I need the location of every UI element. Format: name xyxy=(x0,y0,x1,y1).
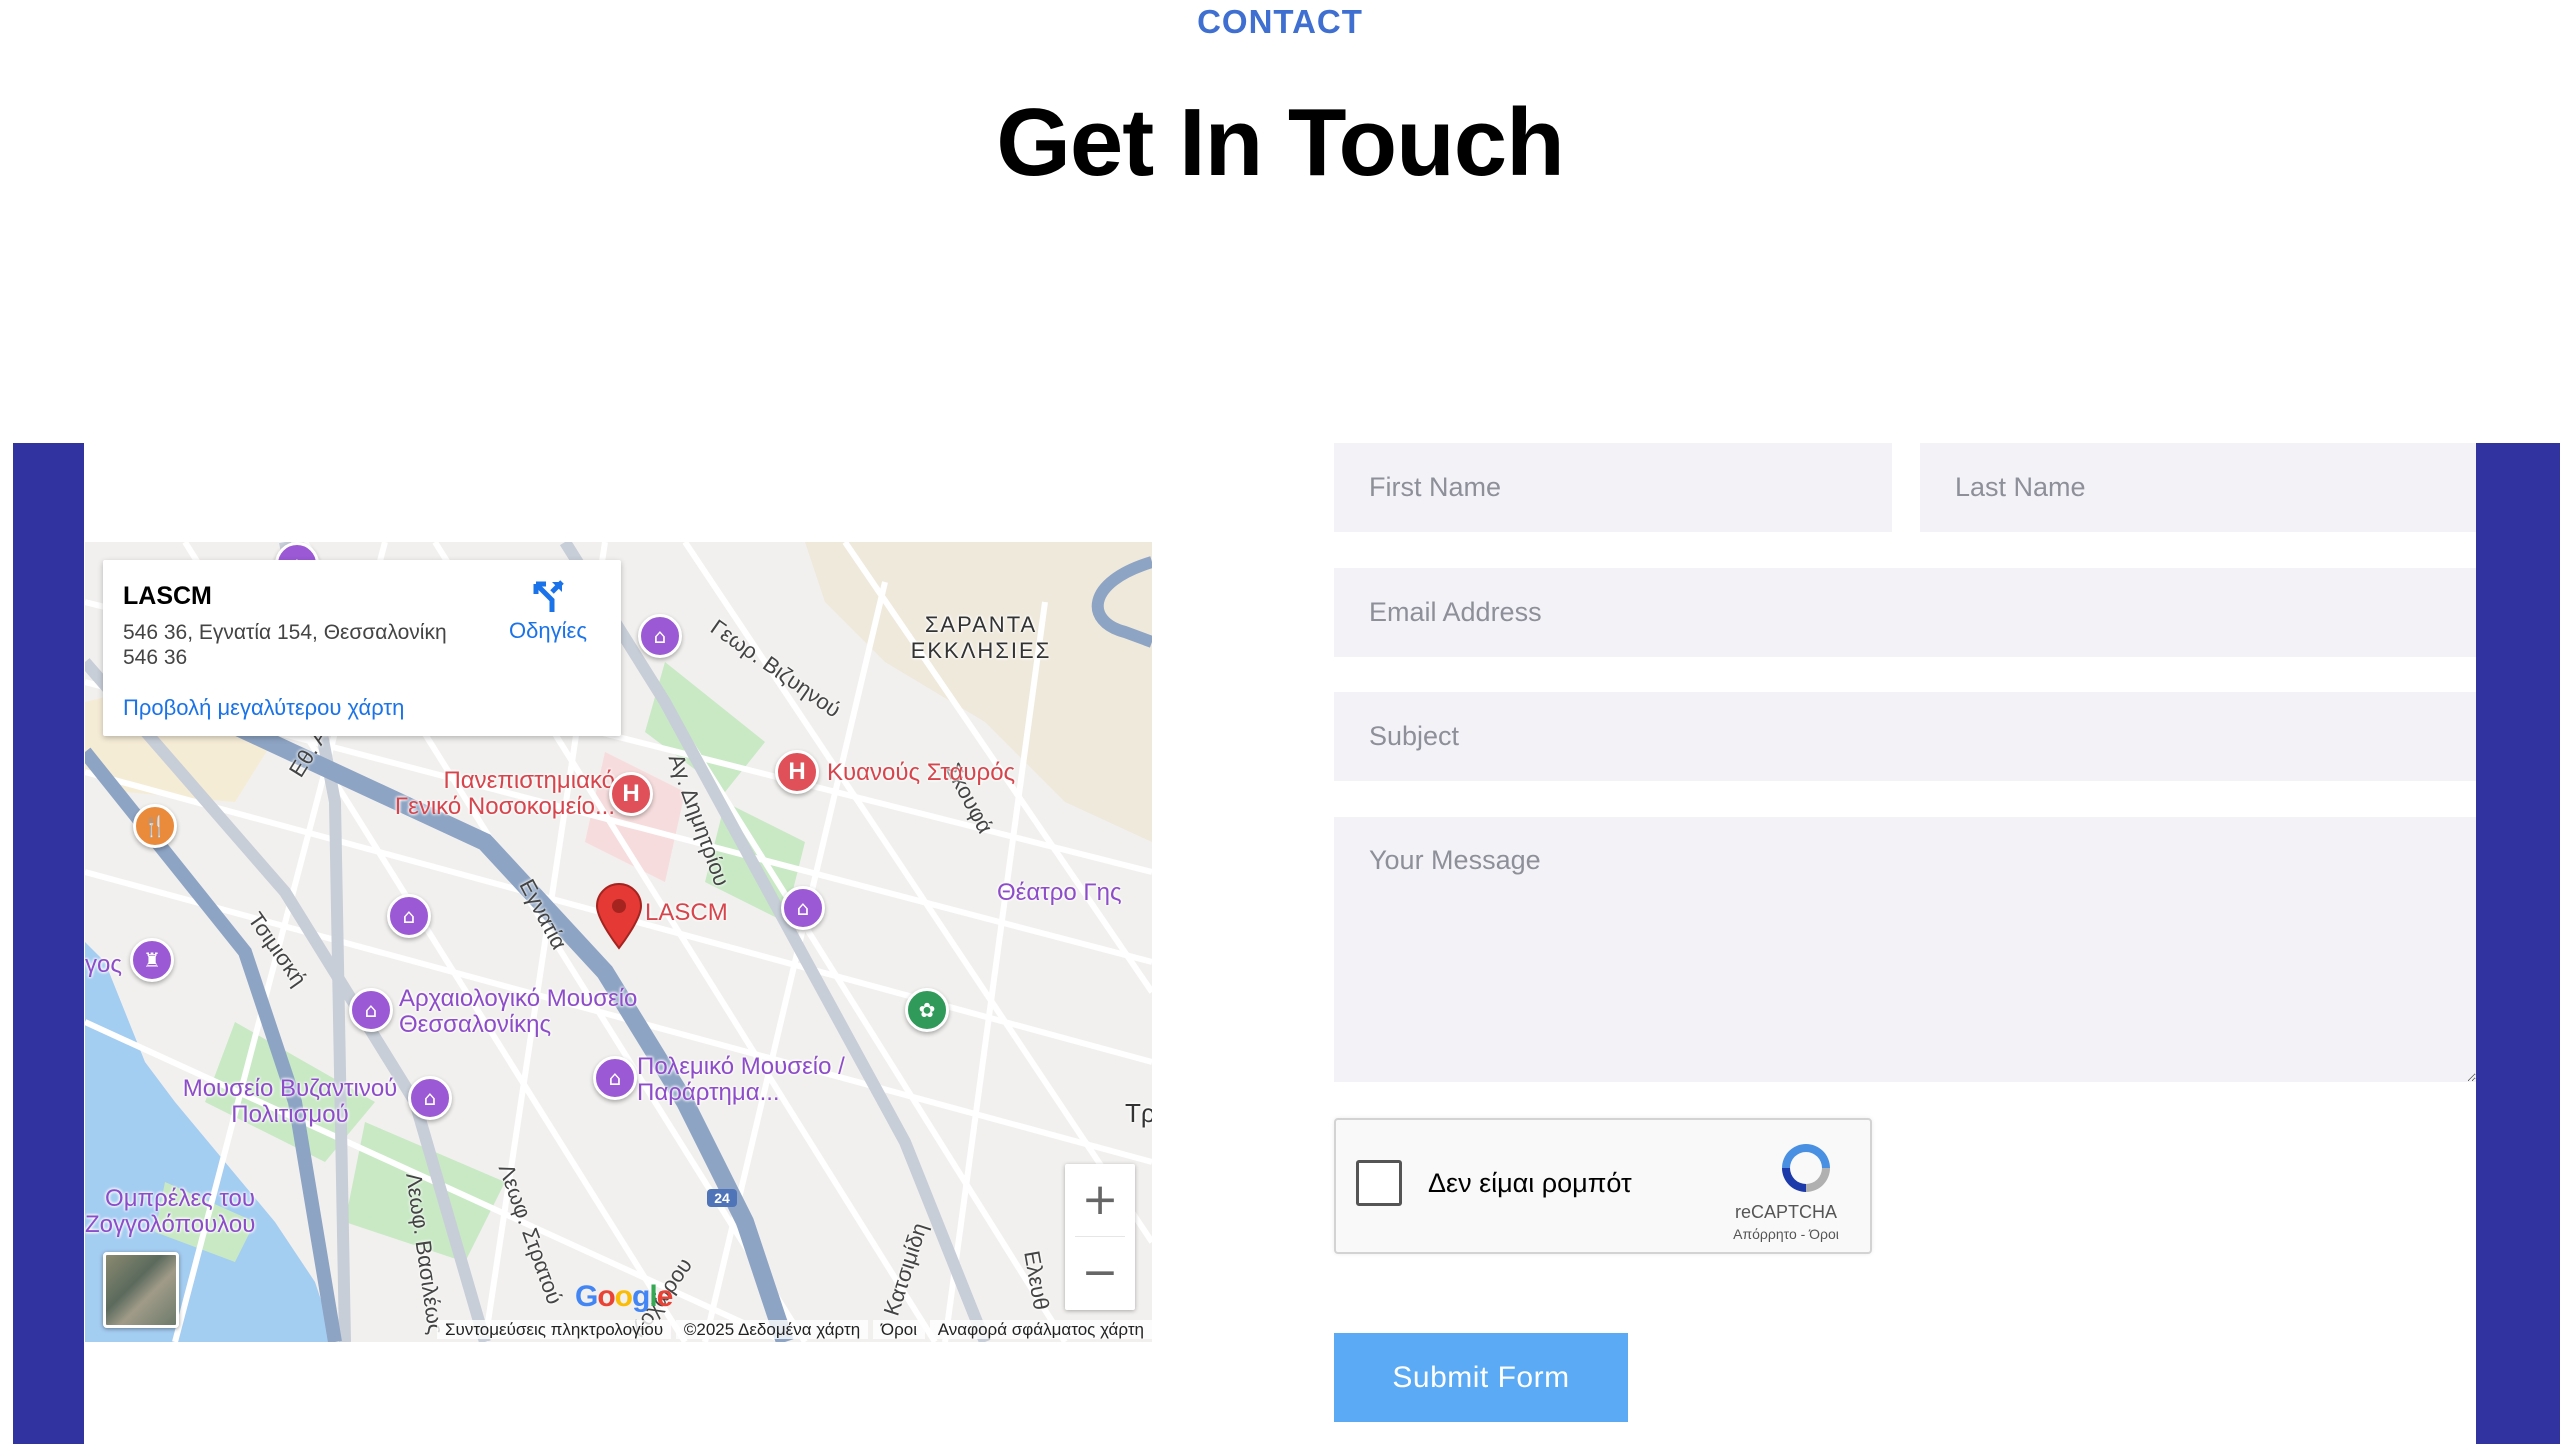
satellite-toggle[interactable] xyxy=(103,1252,179,1328)
museum-poi-icon[interactable]: ⌂ xyxy=(349,988,393,1032)
route-24-shield: 24 xyxy=(714,1190,730,1206)
map-attribution: Συντομεύσεις πληκτρολογίου ©2025 Δεδομέν… xyxy=(85,1318,1152,1342)
left-accent-bar xyxy=(13,443,84,1444)
directions-label: Οδηγίες xyxy=(509,618,587,643)
larger-map-link[interactable]: Προβολή μεγαλύτερου χάρτη xyxy=(123,695,404,721)
hospital-poi-icon[interactable]: H xyxy=(775,750,819,794)
museum-archaeological-label: Αρχαιολογικό Μουσείο Θεσσαλονίκης xyxy=(399,985,638,1038)
museum-war-label: Πολεμικό Μουσείο / Παράρτημα... xyxy=(637,1053,845,1106)
directions-button[interactable]: Οδηγίες xyxy=(503,578,593,644)
museum-poi-icon[interactable]: ⌂ xyxy=(593,1056,637,1100)
zoom-controls: + − xyxy=(1065,1164,1135,1310)
subject-input[interactable] xyxy=(1334,692,2476,781)
submit-form-button[interactable]: Submit Form xyxy=(1334,1333,1628,1422)
directions-icon xyxy=(533,580,564,612)
recaptcha-widget: Δεν είμαι ρομπότ reCAPTCHA Απόρρητο - Όρ… xyxy=(1334,1118,1872,1254)
park-poi-icon[interactable]: ✿ xyxy=(905,988,949,1032)
restaurant-poi-icon[interactable]: 🍴 xyxy=(133,804,177,848)
section-eyebrow: CONTACT xyxy=(1197,3,1363,40)
map-terms-link[interactable]: Όροι xyxy=(872,1320,925,1339)
map-info-card: LASCM 546 36, Εγνατία 154, Θεσσαλονίκη 5… xyxy=(103,560,621,736)
hospital-poi-icon[interactable]: H xyxy=(609,772,653,816)
museum-poi-icon[interactable]: ⌂ xyxy=(408,1076,452,1120)
keyboard-shortcuts-link[interactable]: Συντομεύσεις πληκτρολογίου xyxy=(437,1320,672,1339)
umbrellas-label: Ομπρέλες του Ζογγολόπουλου xyxy=(85,1185,256,1238)
theatre-label: Θέατρο Γης xyxy=(997,879,1122,906)
zoom-out-button[interactable]: − xyxy=(1065,1237,1135,1309)
page-title: Get In Touch xyxy=(996,89,1565,196)
email-input[interactable] xyxy=(1334,568,2476,657)
district-label: ΣΑΡΑΝΤΑ ΕΚΚΛΗΣΙΕΣ xyxy=(910,612,1052,663)
landmark-poi-icon[interactable]: ♜ xyxy=(130,938,174,982)
recaptcha-checkbox[interactable] xyxy=(1356,1160,1402,1206)
hospital-label-1: Πανεπιστημιακό Γενικό Νοσοκομείο... xyxy=(394,767,615,820)
map-data-label: ©2025 Δεδομένα χάρτη xyxy=(675,1320,869,1339)
message-textarea[interactable] xyxy=(1334,817,2476,1082)
google-logo: Google xyxy=(575,1280,673,1313)
last-name-input[interactable] xyxy=(1920,443,2476,532)
recaptcha-logo-icon xyxy=(1782,1144,1830,1192)
embedded-map[interactable]: 24 Εθ. Αμύνης Τσιμισκή Εγνατία Αγ. Δημητ… xyxy=(85,542,1152,1342)
report-error-link[interactable]: Αναφορά σφάλματος χάρτη xyxy=(929,1320,1152,1339)
partial-left-label: γος xyxy=(85,951,122,978)
partial-right-label: Τρ xyxy=(1125,1098,1152,1128)
place-address: 546 36, Εγνατία 154, Θεσσαλονίκη 546 36 xyxy=(123,621,447,669)
hospital-label-2: Κυανούς Σταυρός xyxy=(827,759,1016,786)
recaptcha-terms[interactable]: Απόρρητο - Όροι xyxy=(1716,1226,1856,1242)
right-accent-bar xyxy=(2476,443,2560,1444)
museum-poi-icon[interactable]: ⌂ xyxy=(781,886,825,930)
museum-poi-icon[interactable]: ⌂ xyxy=(387,894,431,938)
place-name: LASCM xyxy=(123,582,212,610)
museum-poi-icon[interactable]: ⌂ xyxy=(638,614,682,658)
recaptcha-label: Δεν είμαι ρομπότ xyxy=(1428,1168,1632,1198)
first-name-input[interactable] xyxy=(1334,443,1892,532)
location-marker-icon[interactable] xyxy=(593,882,645,955)
recaptcha-brand: reCAPTCHA xyxy=(1734,1202,1837,1222)
zoom-in-button[interactable]: + xyxy=(1065,1164,1135,1236)
museum-byzantine-label: Μουσείο Βυζαντινού Πολιτισμού xyxy=(182,1075,398,1128)
marker-label: LASCM xyxy=(645,899,728,926)
